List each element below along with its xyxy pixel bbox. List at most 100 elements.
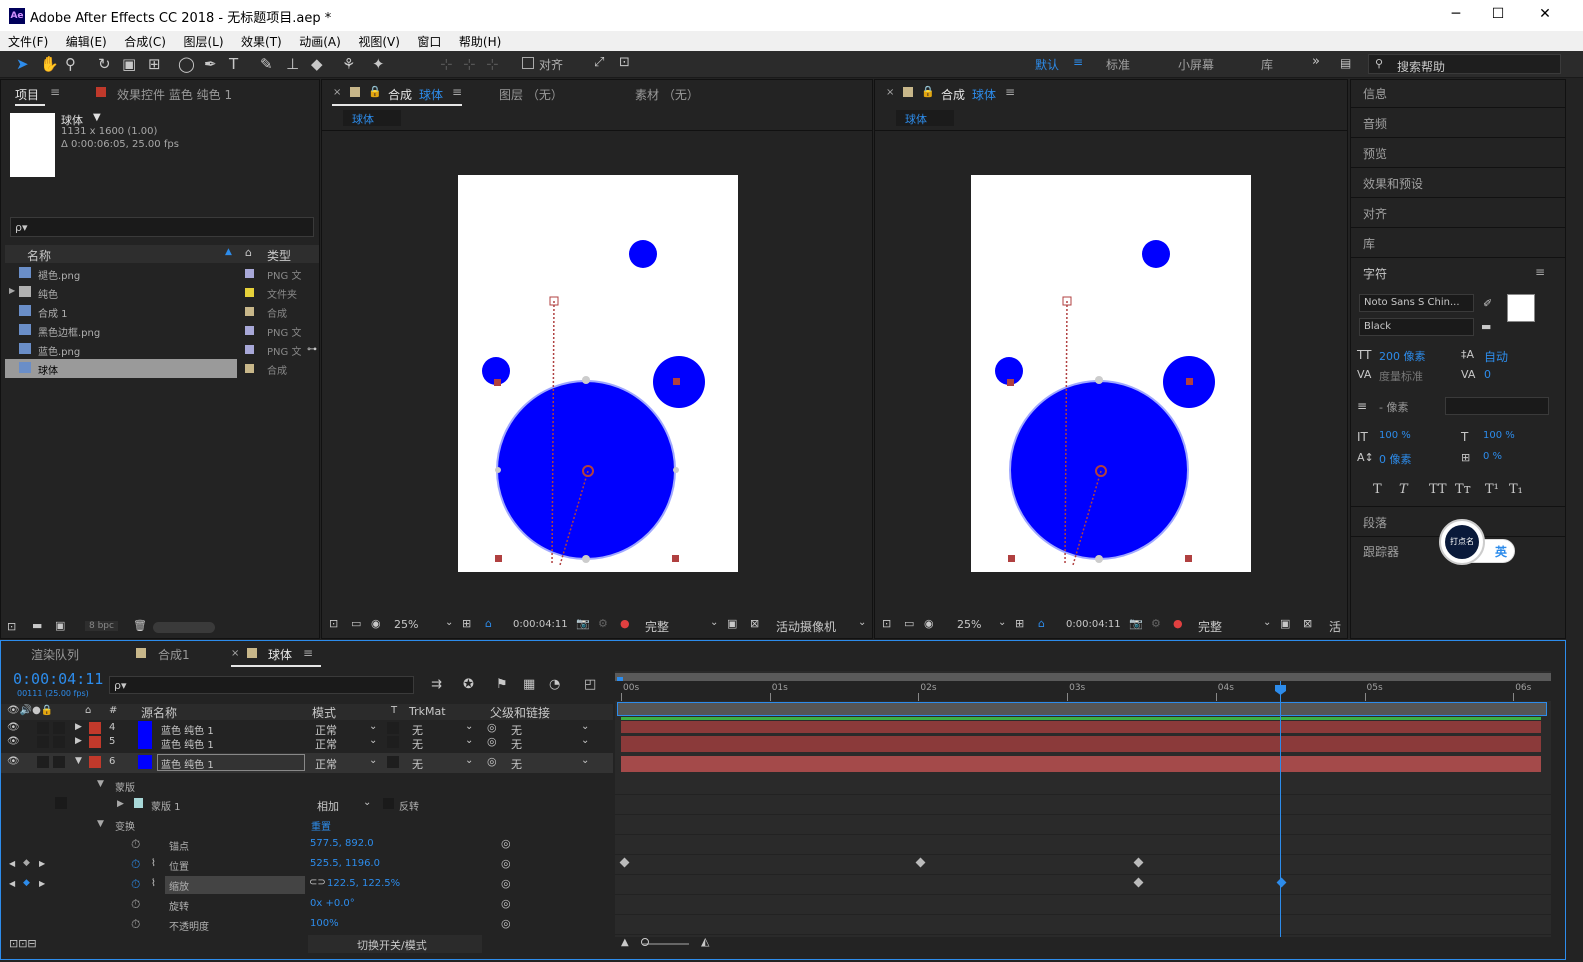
stroke-type-select[interactable]	[1445, 397, 1549, 415]
tab-comp-prefix[interactable]: 合成	[388, 86, 412, 103]
chevron-right-icon[interactable]: ▶	[9, 286, 15, 295]
panel-paragraph[interactable]: 段落	[1363, 514, 1387, 531]
label-color-swatch[interactable]	[245, 364, 254, 373]
expression-pickwhip-icon[interactable]: ◎	[501, 877, 511, 890]
label-color-swatch[interactable]	[245, 307, 254, 316]
rotate-tool-icon[interactable]: ↻	[98, 55, 111, 73]
small-caps-button[interactable]: Tт	[1455, 482, 1471, 497]
chevron-down-icon[interactable]: ⌄	[465, 721, 473, 732]
puppet-tool-icon[interactable]: ✦	[372, 55, 385, 73]
zoom-slider[interactable]	[643, 943, 689, 945]
close-button[interactable]: ✕	[1535, 6, 1555, 22]
trkmat-select[interactable]: 无	[412, 756, 423, 772]
selection-tool-icon[interactable]: ➤	[16, 55, 29, 73]
quality-select[interactable]: 完整	[1198, 618, 1222, 635]
expression-pickwhip-icon[interactable]: ◎	[501, 837, 511, 850]
project-item[interactable]: ▶ 纯色 文件夹	[5, 283, 319, 302]
lock-icon[interactable]: 🔒	[368, 85, 382, 98]
kerning-value[interactable]: 度量标准	[1379, 368, 1423, 384]
workspace-standard[interactable]: 标准	[1106, 56, 1130, 73]
frame-blending-icon[interactable]: ▦	[523, 677, 535, 692]
quality-select[interactable]: 完整	[645, 618, 669, 635]
type-tool-icon[interactable]: T	[229, 55, 238, 73]
track-bar-5[interactable]	[621, 736, 1541, 752]
tracking-value[interactable]: 0	[1484, 368, 1491, 381]
superscript-button[interactable]: T¹	[1485, 482, 1499, 497]
tsume-value[interactable]: 0 %	[1483, 451, 1502, 462]
label-tag-icon[interactable]: ⌂	[245, 246, 252, 259]
property-row[interactable]: ⏱ 不透明度 100% ◎	[1, 915, 613, 935]
menu-effect[interactable]: 效果(T)	[241, 31, 282, 50]
ime-widget[interactable]: 打点名 英	[1439, 515, 1519, 565]
align-checkbox[interactable]	[522, 57, 534, 69]
parent-select[interactable]: 无	[511, 756, 522, 772]
mask-solo-switch[interactable]	[55, 797, 67, 809]
menu-layer[interactable]: 图层(L)	[183, 31, 223, 50]
eyedropper-icon[interactable]: ✐	[1483, 297, 1492, 310]
panel-align[interactable]: 对齐	[1363, 205, 1387, 222]
show-snapshot-icon[interactable]: ⚙	[1151, 617, 1161, 630]
brush-tool-icon[interactable]: ✎	[260, 55, 273, 73]
property-value[interactable]: 0x +0.0°	[310, 898, 355, 909]
constrain-proportions-icon[interactable]: ⊂⊃	[309, 877, 326, 888]
faux-italic-button[interactable]: T	[1399, 482, 1408, 497]
hand-tool-icon[interactable]: ✋	[40, 55, 59, 73]
draft-3d-icon[interactable]: ✪	[463, 677, 474, 692]
snapshot-icon[interactable]: 📷	[576, 617, 590, 630]
workspace-library[interactable]: 库	[1261, 56, 1273, 73]
chevron-down-icon[interactable]: ▼	[75, 756, 82, 766]
chevron-down-icon[interactable]: ⌄	[581, 735, 589, 746]
property-value[interactable]: 100%	[310, 918, 339, 929]
tab-layer[interactable]: 图层 （无）	[499, 86, 563, 103]
guides-icon[interactable]: ⊠	[1303, 617, 1312, 630]
next-keyframe-icon[interactable]: ▶	[39, 859, 45, 868]
close-tab-icon[interactable]: ×	[231, 648, 239, 659]
label-color-swatch[interactable]	[245, 345, 254, 354]
expression-pickwhip-icon[interactable]: ◎	[501, 857, 511, 870]
project-item[interactable]: 球体 合成	[5, 359, 287, 378]
chevron-down-icon[interactable]: ⌄	[465, 755, 473, 766]
zoom-out-icon[interactable]: ▲	[621, 937, 629, 948]
graph-editor-icon[interactable]: ◰	[584, 677, 596, 692]
project-item[interactable]: 黑色边框.png PNG 文件	[5, 321, 319, 340]
graph-icon[interactable]: ⌇	[151, 878, 156, 889]
camera-select[interactable]: 活动摄像机	[776, 618, 836, 635]
tab-render-queue[interactable]: 渲染队列	[31, 646, 79, 663]
chevron-right-icon[interactable]: ▶	[75, 722, 82, 732]
parent-select[interactable]: 无	[511, 736, 522, 752]
add-keyframe-icon[interactable]: ◆	[23, 858, 30, 868]
mask-visibility-icon[interactable]: ◉	[924, 617, 934, 630]
reset-link[interactable]: 重置	[311, 818, 331, 833]
track-bar-4[interactable]	[621, 721, 1541, 733]
col-trkmat[interactable]: TrkMat	[409, 705, 446, 718]
chevron-right-icon[interactable]: ▶	[117, 799, 124, 809]
workspace-menu-icon[interactable]: ≡	[1073, 55, 1083, 69]
project-item[interactable]: 合成 1 合成	[5, 302, 319, 321]
col-name[interactable]: 名称	[27, 247, 51, 264]
eye-icon[interactable]: 👁	[7, 756, 20, 767]
chevron-right-icon[interactable]: ▶	[75, 736, 82, 746]
comp-canvas[interactable]	[458, 175, 738, 572]
pen-tool-icon[interactable]: ✒	[204, 55, 217, 73]
layer-search-input[interactable]: ρ▾	[109, 676, 414, 694]
camera-select[interactable]: 活	[1329, 618, 1341, 635]
tab-comp-prefix[interactable]: 合成	[941, 86, 965, 103]
new-comp-icon[interactable]: ▣	[55, 619, 65, 632]
more-workspaces-icon[interactable]: »	[1312, 54, 1320, 69]
current-timecode[interactable]: 0:00:04:11	[13, 670, 103, 688]
chevron-down-icon[interactable]: ⌄	[581, 721, 589, 732]
snapshot-icon[interactable]: 📷	[1129, 617, 1143, 630]
lock-icon[interactable]: 🔒	[921, 85, 935, 98]
prev-keyframe-icon[interactable]: ◀	[9, 879, 15, 888]
col-type[interactable]: 类型	[267, 247, 291, 264]
property-row[interactable]: ⏱ 旋转 0x +0.0° ◎	[1, 895, 613, 915]
menu-animation[interactable]: 动画(A)	[299, 31, 341, 50]
panel-menu-icon[interactable]: ≡	[50, 85, 60, 99]
layer-label-swatch[interactable]	[89, 756, 101, 768]
view-axis-icon[interactable]: ⊹	[486, 55, 499, 73]
preserve-transparency-switch[interactable]	[387, 736, 399, 748]
zoom-tool-icon[interactable]: ⚲	[65, 55, 76, 73]
vertical-scale-value[interactable]: 100 %	[1379, 430, 1411, 441]
layer-row[interactable]: 👁 ▶ 4 蓝色 纯色 1 正常 ⌄ 无 ⌄ ◎ 无 ⌄	[1, 719, 613, 737]
roi-icon[interactable]: ⌂	[485, 617, 492, 630]
